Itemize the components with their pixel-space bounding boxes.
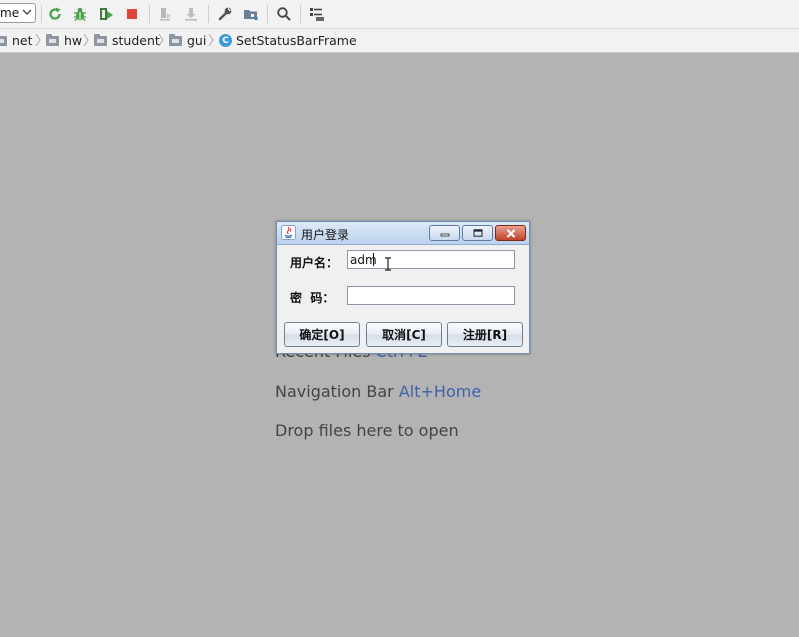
window-controls <box>429 225 526 241</box>
settings-button[interactable] <box>216 5 234 23</box>
navigation-bar-hint: Navigation Bar Alt+Home <box>275 382 481 401</box>
chevron-right-icon <box>35 34 41 46</box>
maximize-button[interactable] <box>462 225 493 241</box>
navigation-breadcrumb: net hw student gui C SetStatusBarFrame <box>0 29 799 53</box>
rerun-button[interactable] <box>46 5 64 23</box>
dialog-title: 用户登录 <box>301 228 350 242</box>
search-everywhere-button[interactable] <box>275 5 293 23</box>
toolbar-separator <box>267 5 268 23</box>
minimize-icon <box>440 233 449 237</box>
search-icon <box>277 7 291 21</box>
folder-icon <box>94 33 107 46</box>
close-button[interactable] <box>495 225 526 241</box>
folder-icon <box>46 33 59 46</box>
build-icon <box>160 8 171 21</box>
run-with-coverage-button[interactable] <box>97 5 115 23</box>
breadcrumb-label: gui <box>187 33 207 48</box>
stop-icon <box>127 9 137 19</box>
build-button[interactable] <box>157 5 175 23</box>
rerun-icon <box>49 7 61 20</box>
breadcrumb-item-gui[interactable]: gui <box>169 33 206 48</box>
deploy-button[interactable] <box>182 5 200 23</box>
maximize-icon <box>473 229 482 237</box>
chevron-right-icon <box>83 34 89 46</box>
project-structure-icon <box>244 10 258 20</box>
stop-button[interactable] <box>123 5 141 23</box>
password-label: 密 码： <box>290 291 335 305</box>
deploy-icon <box>185 8 197 21</box>
toolbar-separator <box>41 5 42 23</box>
close-icon <box>506 228 515 238</box>
run-configuration-value: me <box>0 6 20 20</box>
login-dialog: 用户登录 用户名： 密 码： 确定[O] 取消[C] 注册[R] <box>276 221 530 354</box>
breadcrumb-item-hw[interactable]: hw <box>46 33 82 48</box>
sdk-manager-icon <box>310 8 324 21</box>
cancel-button[interactable]: 取消[C] <box>366 322 442 347</box>
i-beam-cursor-icon <box>385 257 391 271</box>
breadcrumb-item-class[interactable]: C SetStatusBarFrame <box>219 33 357 48</box>
breadcrumb-item-net[interactable]: net <box>0 33 33 48</box>
toolbar-separator <box>208 5 209 23</box>
breadcrumb-label: hw <box>64 33 83 48</box>
project-structure-button[interactable] <box>242 5 260 23</box>
coverage-icon <box>100 8 113 20</box>
breadcrumb-label: student <box>112 33 160 48</box>
folder-icon <box>0 35 7 46</box>
breadcrumb-item-student[interactable]: student <box>94 33 160 48</box>
java-class-icon: C <box>219 34 232 47</box>
chevron-right-icon <box>208 34 214 46</box>
text-caret <box>373 253 374 266</box>
hint-label: Drop files here to open <box>275 421 459 440</box>
toolbar-separator <box>300 5 301 23</box>
settings-wrench-icon <box>218 7 232 21</box>
dialog-titlebar[interactable]: 用户登录 <box>277 222 529 245</box>
chevron-down-icon <box>22 9 32 15</box>
folder-icon <box>169 33 182 46</box>
password-input[interactable] <box>347 286 515 305</box>
drop-files-hint: Drop files here to open <box>275 421 459 440</box>
debug-button[interactable] <box>71 5 89 23</box>
breadcrumb-label: SetStatusBarFrame <box>236 33 357 48</box>
username-label: 用户名： <box>290 256 339 270</box>
register-button[interactable]: 注册[R] <box>447 322 523 347</box>
run-configuration-select[interactable]: me <box>0 3 36 23</box>
java-app-icon <box>281 225 296 240</box>
toolbar-separator <box>149 5 150 23</box>
hint-shortcut: Alt+Home <box>398 382 482 401</box>
chevron-right-icon <box>158 34 164 46</box>
minimize-button[interactable] <box>429 225 460 241</box>
debug-icon <box>74 7 86 21</box>
sdk-manager-button[interactable] <box>308 5 326 23</box>
hint-label: Navigation Bar <box>275 382 394 401</box>
breadcrumb-label: net <box>12 33 33 48</box>
ok-button[interactable]: 确定[O] <box>284 322 360 347</box>
main-toolbar: me <box>0 0 799 29</box>
